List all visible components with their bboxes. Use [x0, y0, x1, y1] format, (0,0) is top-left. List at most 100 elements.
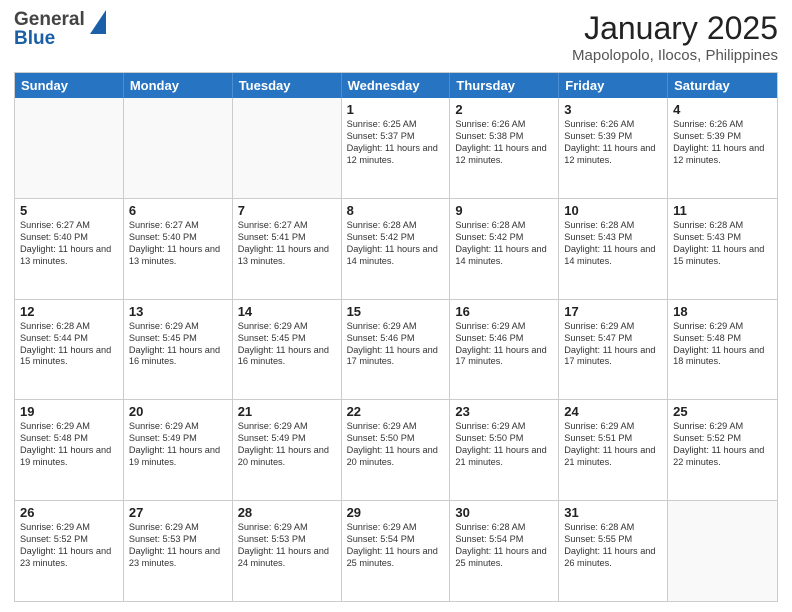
calendar-cell-28: 28 Sunrise: 6:29 AM Sunset: 5:53 PM Dayli… [233, 501, 342, 601]
calendar-cell-15: 15 Sunrise: 6:29 AM Sunset: 5:46 PM Dayli… [342, 300, 451, 400]
calendar-cell-17: 17 Sunrise: 6:29 AM Sunset: 5:47 PM Dayli… [559, 300, 668, 400]
calendar-cell-22: 22 Sunrise: 6:29 AM Sunset: 5:50 PM Dayli… [342, 400, 451, 500]
logo-general: General [14, 10, 85, 29]
cell-date: 9 [455, 203, 553, 218]
calendar-cell-7: 7 Sunrise: 6:27 AM Sunset: 5:41 PM Daylig… [233, 199, 342, 299]
calendar-week-4: 19 Sunrise: 6:29 AM Sunset: 5:48 PM Dayli… [15, 400, 777, 501]
cell-info: Sunrise: 6:26 AM Sunset: 5:39 PM Dayligh… [673, 119, 772, 167]
cell-date: 5 [20, 203, 118, 218]
calendar-cell-8: 8 Sunrise: 6:28 AM Sunset: 5:42 PM Daylig… [342, 199, 451, 299]
calendar-cell-11: 11Sunrise: 6:28 AM Sunset: 5:43 PM Dayli… [668, 199, 777, 299]
calendar-cell-14: 14 Sunrise: 6:29 AM Sunset: 5:45 PM Dayli… [233, 300, 342, 400]
logo-text: General Blue [14, 10, 85, 48]
cell-info: Sunrise: 6:29 AM Sunset: 5:45 PM Dayligh… [129, 321, 227, 369]
cell-info: Sunrise: 6:28 AM Sunset: 5:43 PM Dayligh… [564, 220, 662, 268]
calendar-week-1: 1Sunrise: 6:25 AM Sunset: 5:37 PM Daylig… [15, 98, 777, 199]
cell-date: 4 [673, 102, 772, 117]
cell-date: 11 [673, 203, 772, 218]
calendar-cell-10: 10 Sunrise: 6:28 AM Sunset: 5:43 PM Dayli… [559, 199, 668, 299]
calendar-cell-12: 12Sunrise: 6:28 AM Sunset: 5:44 PM Dayli… [15, 300, 124, 400]
calendar-cell-6: 6Sunrise: 6:27 AM Sunset: 5:40 PM Daylig… [124, 199, 233, 299]
cell-info: Sunrise: 6:29 AM Sunset: 5:46 PM Dayligh… [347, 321, 445, 369]
cell-info: Sunrise: 6:28 AM Sunset: 5:54 PM Dayligh… [455, 522, 553, 570]
cell-date: 18 [673, 304, 772, 319]
cell-date: 10 [564, 203, 662, 218]
cell-date: 6 [129, 203, 227, 218]
cell-date: 20 [129, 404, 227, 419]
month-title: January 2025 [572, 10, 778, 47]
cell-date: 30 [455, 505, 553, 520]
cell-date: 13 [129, 304, 227, 319]
cell-info: Sunrise: 6:28 AM Sunset: 5:42 PM Dayligh… [455, 220, 553, 268]
cell-info: Sunrise: 6:28 AM Sunset: 5:55 PM Dayligh… [564, 522, 662, 570]
cell-date: 23 [455, 404, 553, 419]
cell-info: Sunrise: 6:27 AM Sunset: 5:41 PM Dayligh… [238, 220, 336, 268]
calendar-cell-19: 19 Sunrise: 6:29 AM Sunset: 5:48 PM Dayli… [15, 400, 124, 500]
calendar-cell-9: 9 Sunrise: 6:28 AM Sunset: 5:42 PM Daylig… [450, 199, 559, 299]
cell-info: Sunrise: 6:29 AM Sunset: 5:53 PM Dayligh… [129, 522, 227, 570]
cell-date: 8 [347, 203, 445, 218]
calendar-cell-27: 27 Sunrise: 6:29 AM Sunset: 5:53 PM Dayli… [124, 501, 233, 601]
cell-date: 22 [347, 404, 445, 419]
cell-info: Sunrise: 6:29 AM Sunset: 5:49 PM Dayligh… [129, 421, 227, 469]
cell-info: Sunrise: 6:29 AM Sunset: 5:50 PM Dayligh… [347, 421, 445, 469]
cell-info: Sunrise: 6:29 AM Sunset: 5:52 PM Dayligh… [20, 522, 118, 570]
cell-date: 31 [564, 505, 662, 520]
calendar-cell-1: 1Sunrise: 6:25 AM Sunset: 5:37 PM Daylig… [342, 98, 451, 198]
cell-info: Sunrise: 6:29 AM Sunset: 5:46 PM Dayligh… [455, 321, 553, 369]
calendar-week-5: 26Sunrise: 6:29 AM Sunset: 5:52 PM Dayli… [15, 501, 777, 601]
calendar-week-2: 5 Sunrise: 6:27 AM Sunset: 5:40 PM Daylig… [15, 199, 777, 300]
cell-date: 16 [455, 304, 553, 319]
cell-info: Sunrise: 6:29 AM Sunset: 5:54 PM Dayligh… [347, 522, 445, 570]
cell-info: Sunrise: 6:26 AM Sunset: 5:39 PM Dayligh… [564, 119, 662, 167]
day-header-friday: Friday [559, 73, 668, 98]
calendar-week-3: 12Sunrise: 6:28 AM Sunset: 5:44 PM Dayli… [15, 300, 777, 401]
logo: General Blue [14, 10, 108, 48]
day-header-monday: Monday [124, 73, 233, 98]
cell-info: Sunrise: 6:26 AM Sunset: 5:38 PM Dayligh… [455, 119, 553, 167]
calendar-cell-25: 25Sunrise: 6:29 AM Sunset: 5:52 PM Dayli… [668, 400, 777, 500]
cell-date: 15 [347, 304, 445, 319]
cell-date: 2 [455, 102, 553, 117]
cell-info: Sunrise: 6:29 AM Sunset: 5:53 PM Dayligh… [238, 522, 336, 570]
calendar-body: 1Sunrise: 6:25 AM Sunset: 5:37 PM Daylig… [15, 98, 777, 601]
cell-date: 24 [564, 404, 662, 419]
cell-date: 29 [347, 505, 445, 520]
cell-date: 19 [20, 404, 118, 419]
empty-cell [15, 98, 124, 198]
cell-info: Sunrise: 6:29 AM Sunset: 5:49 PM Dayligh… [238, 421, 336, 469]
cell-info: Sunrise: 6:29 AM Sunset: 5:50 PM Dayligh… [455, 421, 553, 469]
calendar-cell-5: 5 Sunrise: 6:27 AM Sunset: 5:40 PM Daylig… [15, 199, 124, 299]
cell-date: 17 [564, 304, 662, 319]
cell-info: Sunrise: 6:29 AM Sunset: 5:51 PM Dayligh… [564, 421, 662, 469]
cell-date: 28 [238, 505, 336, 520]
calendar: SundayMondayTuesdayWednesdayThursdayFrid… [14, 72, 778, 602]
cell-info: Sunrise: 6:28 AM Sunset: 5:44 PM Dayligh… [20, 321, 118, 369]
cell-info: Sunrise: 6:27 AM Sunset: 5:40 PM Dayligh… [20, 220, 118, 268]
cell-date: 27 [129, 505, 227, 520]
cell-date: 7 [238, 203, 336, 218]
empty-cell [233, 98, 342, 198]
calendar-cell-26: 26Sunrise: 6:29 AM Sunset: 5:52 PM Dayli… [15, 501, 124, 601]
calendar-cell-21: 21 Sunrise: 6:29 AM Sunset: 5:49 PM Dayli… [233, 400, 342, 500]
calendar-cell-31: 31 Sunrise: 6:28 AM Sunset: 5:55 PM Dayli… [559, 501, 668, 601]
calendar-cell-2: 2 Sunrise: 6:26 AM Sunset: 5:38 PM Daylig… [450, 98, 559, 198]
calendar-cell-24: 24 Sunrise: 6:29 AM Sunset: 5:51 PM Dayli… [559, 400, 668, 500]
cell-date: 14 [238, 304, 336, 319]
empty-cell [668, 501, 777, 601]
calendar-cell-13: 13 Sunrise: 6:29 AM Sunset: 5:45 PM Dayli… [124, 300, 233, 400]
calendar-cell-4: 4 Sunrise: 6:26 AM Sunset: 5:39 PM Daylig… [668, 98, 777, 198]
day-header-thursday: Thursday [450, 73, 559, 98]
location-title: Mapolopolo, Ilocos, Philippines [572, 47, 778, 64]
day-header-wednesday: Wednesday [342, 73, 451, 98]
cell-date: 21 [238, 404, 336, 419]
cell-info: Sunrise: 6:29 AM Sunset: 5:47 PM Dayligh… [564, 321, 662, 369]
cell-info: Sunrise: 6:28 AM Sunset: 5:42 PM Dayligh… [347, 220, 445, 268]
day-headers: SundayMondayTuesdayWednesdayThursdayFrid… [15, 73, 777, 98]
cell-info: Sunrise: 6:29 AM Sunset: 5:45 PM Dayligh… [238, 321, 336, 369]
day-header-tuesday: Tuesday [233, 73, 342, 98]
cell-date: 25 [673, 404, 772, 419]
day-header-sunday: Sunday [15, 73, 124, 98]
calendar-cell-29: 29 Sunrise: 6:29 AM Sunset: 5:54 PM Dayli… [342, 501, 451, 601]
cell-info: Sunrise: 6:29 AM Sunset: 5:48 PM Dayligh… [20, 421, 118, 469]
